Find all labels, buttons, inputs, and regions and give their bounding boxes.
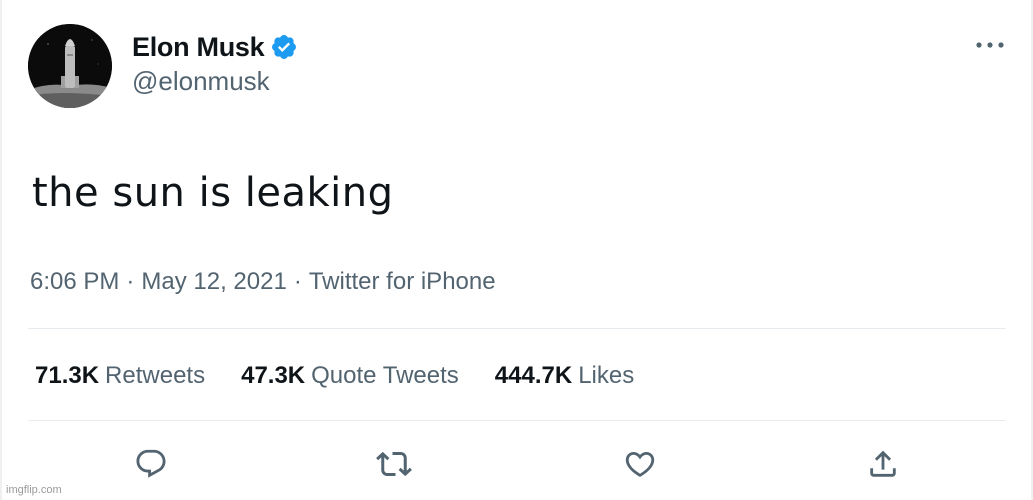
author-handle[interactable]: @elonmusk bbox=[132, 66, 270, 97]
like-button[interactable] bbox=[620, 444, 660, 484]
author-display-name[interactable]: Elon Musk bbox=[132, 32, 265, 63]
retweet-button[interactable] bbox=[374, 444, 414, 484]
retweets-stat[interactable]: 71.3K Retweets bbox=[35, 362, 205, 390]
divider bbox=[28, 420, 1006, 421]
likes-label: Likes bbox=[578, 362, 635, 389]
more-options-icon[interactable] bbox=[972, 34, 1008, 56]
reply-button[interactable] bbox=[131, 444, 171, 484]
retweets-count: 71.3K bbox=[35, 362, 100, 389]
likes-count: 444.7K bbox=[494, 362, 573, 389]
rocket-avatar-icon bbox=[28, 24, 112, 108]
tweet-text: the sun is leaking bbox=[32, 170, 394, 216]
reply-icon bbox=[136, 449, 166, 478]
heart-icon bbox=[625, 451, 655, 477]
retweet-icon bbox=[376, 451, 412, 477]
likes-stat[interactable]: 444.7K Likes bbox=[495, 362, 634, 390]
quote-tweets-stat[interactable]: 47.3K Quote Tweets bbox=[241, 362, 459, 390]
tweet-source[interactable]: Twitter for iPhone bbox=[309, 268, 496, 296]
divider bbox=[28, 328, 1006, 329]
verified-badge-icon bbox=[270, 33, 298, 61]
tweet-date[interactable]: May 12, 2021 bbox=[141, 268, 286, 296]
watermark: imgflip.com bbox=[6, 484, 62, 496]
author-name-row: Elon Musk bbox=[132, 30, 298, 64]
avatar[interactable] bbox=[28, 24, 112, 108]
tweet-time[interactable]: 6:06 PM bbox=[30, 268, 119, 296]
retweets-label: Retweets bbox=[105, 362, 206, 389]
quote-tweets-label: Quote Tweets bbox=[311, 362, 459, 389]
share-icon bbox=[870, 450, 896, 477]
share-button[interactable] bbox=[863, 444, 903, 484]
tweet-actions bbox=[2, 444, 1033, 484]
meta-separator: · bbox=[293, 268, 302, 295]
quote-tweets-count: 47.3K bbox=[241, 362, 306, 389]
tweet-card: Elon Musk @elonmusk the sun is leaking 6… bbox=[0, 0, 1033, 500]
tweet-stats: 71.3K Retweets 47.3K Quote Tweets 444.7K Li… bbox=[35, 362, 670, 390]
meta-separator: · bbox=[126, 268, 135, 295]
tweet-meta: 6:06 PM · May 12, 2021 · Twitter for iPhone bbox=[30, 268, 496, 296]
